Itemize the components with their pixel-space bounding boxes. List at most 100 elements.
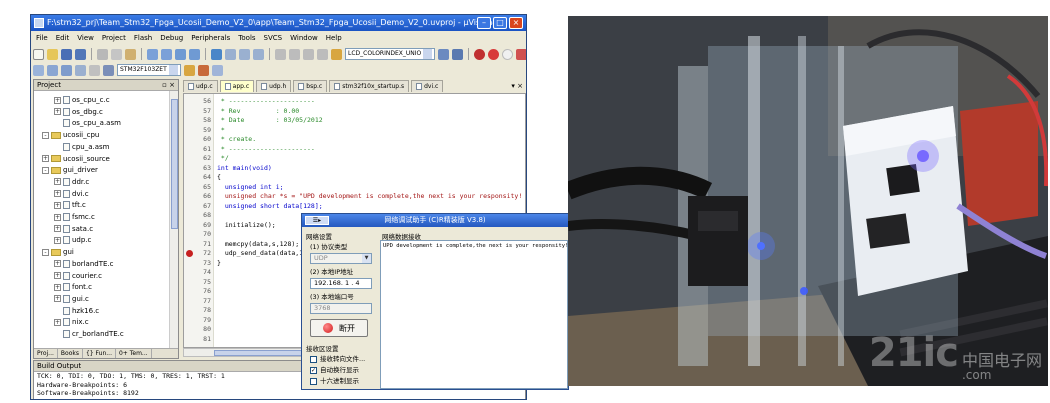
project-tree-item[interactable]: - ucosii_cpu	[42, 129, 99, 141]
target-options-icon[interactable]	[183, 64, 195, 76]
file-extensions-icon[interactable]	[211, 64, 223, 76]
collapse-icon[interactable]: -	[42, 248, 49, 256]
expand-icon[interactable]: +	[54, 318, 61, 326]
define-combo[interactable]: LCD_COLORINDEX_UNIO	[345, 48, 436, 60]
project-tree-item[interactable]: + ucosii_source	[42, 153, 110, 165]
project-pane-tab[interactable]: Books	[58, 349, 83, 358]
editor-tab[interactable]: app.c	[219, 80, 255, 92]
dialog-title-bar[interactable]: ☰▸ 网络调试助手 (C)R精装版 V3.8)	[302, 214, 568, 227]
menu-window[interactable]: Window	[290, 32, 318, 44]
manage-components-icon[interactable]	[197, 64, 209, 76]
unindent-icon[interactable]	[289, 48, 300, 60]
editor-tab[interactable]: stm32f10x_startup.s	[329, 80, 410, 92]
menu-view[interactable]: View	[77, 32, 94, 44]
project-tree-item[interactable]: + sata.c	[54, 223, 93, 235]
checkbox-unchecked-icon[interactable]	[310, 356, 317, 363]
navigate-back-icon[interactable]	[175, 48, 186, 60]
project-tree-item[interactable]: cr_borlandTE.c	[54, 328, 124, 340]
indent-icon[interactable]	[275, 48, 286, 60]
clear-bookmarks-icon[interactable]	[253, 48, 264, 60]
collapse-icon[interactable]: -	[42, 131, 49, 139]
prev-bookmark-icon[interactable]	[225, 48, 236, 60]
project-tree-item[interactable]: + os_dbg.c	[54, 106, 103, 118]
project-tree-item[interactable]: - gui_driver	[42, 164, 98, 176]
expand-icon[interactable]: +	[54, 190, 61, 198]
receive-option-checkbox[interactable]: 十六进制显示	[310, 377, 359, 386]
project-tree-item[interactable]: + tft.c	[54, 199, 86, 211]
expand-icon[interactable]: +	[54, 236, 61, 244]
receive-option-checkbox[interactable]: ✓ 自动换行显示	[310, 366, 359, 375]
menu-peripherals[interactable]: Peripherals	[191, 32, 230, 44]
expand-icon[interactable]: +	[54, 201, 61, 209]
local-ip-field[interactable]: 192.168. 1 . 4	[310, 278, 372, 289]
project-tree-item[interactable]: - gui	[42, 246, 74, 258]
undo-icon[interactable]	[147, 48, 158, 60]
build-icon[interactable]	[47, 64, 58, 76]
project-tree-item[interactable]: + borlandTE.c	[54, 258, 114, 270]
expand-icon[interactable]: +	[54, 225, 61, 233]
bookmark-icon[interactable]	[211, 48, 222, 60]
expand-icon[interactable]: +	[54, 260, 61, 268]
project-tree-item[interactable]: + courier.c	[54, 270, 102, 282]
menu-tools[interactable]: Tools	[238, 32, 255, 44]
project-pane-tab[interactable]: 0+ Tem...	[116, 349, 152, 358]
connect-toggle-button[interactable]: 断开	[310, 319, 368, 337]
expand-icon[interactable]: +	[54, 283, 61, 291]
copy-icon[interactable]	[111, 48, 122, 60]
batch-build-icon[interactable]	[75, 64, 86, 76]
redo-icon[interactable]	[161, 48, 172, 60]
maximize-button[interactable]: □	[493, 17, 507, 29]
stop-build-icon[interactable]	[89, 64, 100, 76]
menu-file[interactable]: File	[36, 32, 48, 44]
debug-start-icon[interactable]	[474, 48, 486, 60]
collapse-icon[interactable]: -	[42, 166, 49, 174]
save-icon[interactable]	[61, 48, 72, 60]
menu-svcs[interactable]: SVCS	[264, 32, 283, 44]
project-tree-item[interactable]: + nix.c	[54, 316, 89, 328]
project-tree-item[interactable]: + fsmc.c	[54, 211, 95, 223]
cut-icon[interactable]	[97, 48, 108, 60]
line-number-gutter[interactable]: 56 57 58 59 60 61 62 63 64 65 66 67 68 69 70 71 72 73 74 75…	[184, 94, 214, 347]
editor-tab[interactable]: bsp.c	[293, 80, 328, 92]
checkbox-checked-icon[interactable]: ✓	[310, 367, 317, 374]
project-tree-item[interactable]: + ddr.c	[54, 176, 89, 188]
save-all-icon[interactable]	[75, 48, 86, 60]
project-tree-item[interactable]: + dvi.c	[54, 188, 89, 200]
project-pane-tab[interactable]: {} Fun...	[83, 349, 116, 358]
expand-icon[interactable]: +	[54, 272, 61, 279]
menu-edit[interactable]: Edit	[56, 32, 70, 44]
navigate-forward-icon[interactable]	[189, 48, 200, 60]
expand-icon[interactable]: +	[54, 178, 61, 186]
tab-strip-menu-icon[interactable]: ▾ ×	[511, 80, 526, 92]
expand-icon[interactable]: +	[54, 96, 61, 104]
target-combo[interactable]: STM32F103ZET	[117, 64, 181, 76]
editor-tab[interactable]: udp.h	[256, 80, 292, 92]
comment-icon[interactable]	[303, 48, 314, 60]
new-file-icon[interactable]	[33, 48, 44, 60]
project-tree-item[interactable]: + udp.c	[54, 234, 91, 246]
expand-icon[interactable]: +	[54, 108, 61, 116]
receive-text-area[interactable]: UPD development is complete,the next is …	[380, 240, 568, 389]
menu-project[interactable]: Project	[102, 32, 126, 44]
rebuild-icon[interactable]	[61, 64, 72, 76]
find-icon[interactable]	[438, 48, 450, 60]
expand-icon[interactable]: +	[54, 213, 61, 221]
disable-breakpoints-icon[interactable]	[516, 48, 526, 60]
menu-help[interactable]: Help	[326, 32, 342, 44]
project-tree-item[interactable]: cpu_a.asm	[54, 141, 110, 153]
menu-flash[interactable]: Flash	[134, 32, 152, 44]
project-pane-tab[interactable]: Proj...	[34, 349, 58, 358]
local-port-field[interactable]: 3768	[310, 303, 372, 314]
pane-pin-close-icon[interactable]: ▫ ×	[162, 80, 175, 91]
checkbox-unchecked-icon[interactable]	[310, 378, 317, 385]
ide-title-bar[interactable]: F:\stm32_prj\Team_Stm32_Fpga_Ucosii_Demo…	[31, 15, 526, 31]
system-menu-icon[interactable]: ☰▸	[305, 216, 329, 225]
close-button[interactable]: ×	[509, 17, 523, 29]
protocol-select[interactable]: UDP ▼	[310, 253, 372, 264]
uncomment-icon[interactable]	[317, 48, 328, 60]
open-folder-icon[interactable]	[47, 48, 58, 60]
project-tree-item[interactable]: os_cpu_a.asm	[54, 117, 121, 129]
expand-icon[interactable]: +	[54, 295, 61, 303]
project-tree-item[interactable]: + gui.c	[54, 293, 89, 305]
translate-icon[interactable]	[33, 64, 44, 76]
